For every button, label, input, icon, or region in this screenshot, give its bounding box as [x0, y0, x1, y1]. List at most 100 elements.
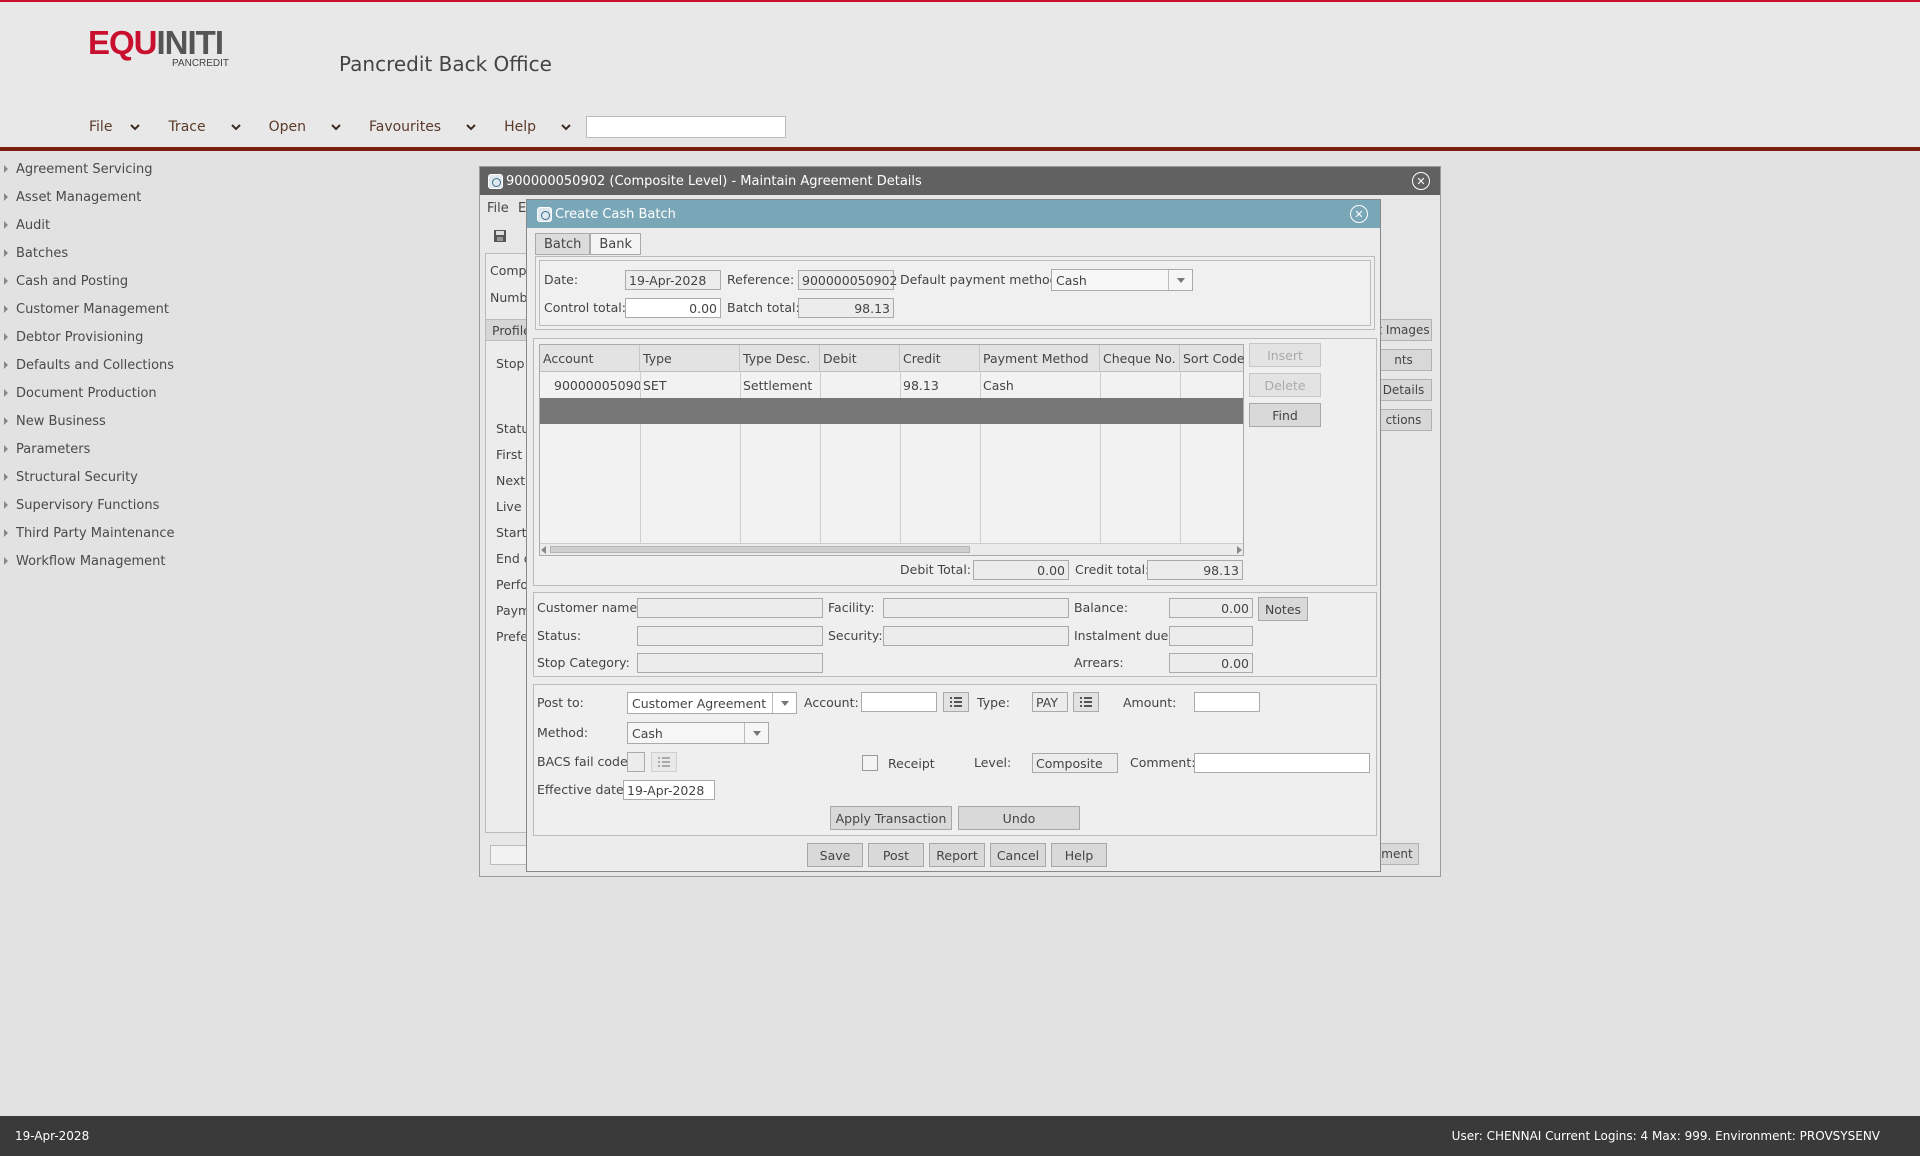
comment-input[interactable] [1194, 753, 1370, 773]
sidebar-item-customer-management[interactable]: Customer Management [0, 295, 200, 323]
apply-transaction-button[interactable]: Apply Transaction [830, 806, 952, 830]
transactions-grid[interactable]: Account Type Type Desc. Debit Credit Pay… [539, 344, 1245, 556]
sidebar-item-cash-and-posting[interactable]: Cash and Posting [0, 267, 200, 295]
col-sort-code[interactable]: Sort Code [1180, 345, 1245, 372]
equiniti-logo: EQUINITI PANCREDIT [88, 24, 230, 69]
menu-favourites[interactable]: Favourites [369, 119, 476, 135]
bacs-lookup-button[interactable] [651, 752, 677, 772]
col-cheque-no[interactable]: Cheque No. [1100, 345, 1180, 372]
cell-payment-method: Cash [983, 377, 1014, 393]
sidebar-item-asset-management[interactable]: Asset Management [0, 183, 200, 211]
outer-btn-details[interactable]: Details [1375, 379, 1432, 401]
dropdown-arrow-icon [772, 693, 796, 713]
col-account[interactable]: Account [540, 345, 640, 372]
post-to-label: Post to: [537, 695, 584, 710]
close-icon[interactable]: ✕ [1350, 205, 1368, 223]
balance-field: 0.00 [1169, 598, 1253, 618]
reference-field[interactable]: 900000050902 [798, 270, 897, 290]
outer-menu-file[interactable]: File [487, 201, 509, 216]
menu-help[interactable]: Help [504, 119, 571, 135]
post-to-select[interactable]: Customer Agreement [627, 692, 797, 714]
dropdown-arrow-icon [1168, 270, 1192, 290]
menu-search-input[interactable] [586, 116, 786, 138]
effective-date-input[interactable]: 19-Apr-2028 [623, 780, 715, 800]
sidebar-item-workflow-management[interactable]: Workflow Management [0, 547, 200, 575]
sidebar-item-document-production[interactable]: Document Production [0, 379, 200, 407]
outer-btn-images[interactable]: t Images [1375, 319, 1432, 341]
table-row[interactable]: 900000050902 SET Settlement 98.13 Cash [540, 372, 1243, 398]
receipt-checkbox[interactable] [862, 755, 878, 771]
list-icon [1080, 697, 1092, 707]
sidebar-item-defaults-and-collections[interactable]: Defaults and Collections [0, 351, 200, 379]
bacs-fail-code-field [627, 752, 645, 772]
menu-open[interactable]: Open [269, 119, 341, 135]
account-label: Account: [804, 695, 859, 710]
outer-bottom-field[interactable] [490, 845, 530, 865]
find-button[interactable]: Find [1249, 403, 1321, 427]
facility-field [883, 598, 1069, 618]
undo-button[interactable]: Undo [958, 806, 1080, 830]
selected-empty-row[interactable] [540, 398, 1243, 424]
save-disk-icon[interactable] [493, 229, 507, 243]
amount-input[interactable] [1194, 692, 1260, 712]
save-button[interactable]: Save [807, 843, 863, 867]
sidebar-item-audit[interactable]: Audit [0, 211, 200, 239]
outer-btn-ctions[interactable]: ctions [1375, 409, 1432, 431]
sidebar-item-third-party-maintenance[interactable]: Third Party Maintenance [0, 519, 200, 547]
status-session-info: User: CHENNAI Current Logins: 4 Max: 999… [1451, 1129, 1880, 1143]
expand-triangle-icon [4, 557, 8, 565]
sidebar-item-supervisory-functions[interactable]: Supervisory Functions [0, 491, 200, 519]
cancel-button[interactable]: Cancel [990, 843, 1046, 867]
date-field[interactable]: 19-Apr-2028 [625, 270, 721, 290]
col-type-desc[interactable]: Type Desc. [740, 345, 820, 372]
report-button[interactable]: Report [929, 843, 985, 867]
sidebar-item-agreement-servicing[interactable]: Agreement Servicing [0, 155, 200, 183]
default-payment-method-select[interactable]: Cash [1051, 269, 1193, 291]
sidebar-item-new-business[interactable]: New Business [0, 407, 200, 435]
debit-total-label: Debit Total: [900, 562, 972, 577]
outer-menu-edit[interactable]: E [518, 201, 526, 216]
sidebar-item-structural-security[interactable]: Structural Security [0, 463, 200, 491]
menu-trace[interactable]: Trace [168, 119, 241, 135]
scrollbar-thumb[interactable] [550, 546, 970, 553]
scroll-right-icon[interactable] [1236, 546, 1242, 554]
sidebar-item-debtor-provisioning[interactable]: Debtor Provisioning [0, 323, 200, 351]
horizontal-scrollbar[interactable] [540, 543, 1243, 555]
delete-button[interactable]: Delete [1249, 373, 1321, 397]
sidebar-item-parameters[interactable]: Parameters [0, 435, 200, 463]
help-button[interactable]: Help [1051, 843, 1107, 867]
dropdown-arrow-icon [744, 723, 768, 743]
main-menu: File Trace Open Favourites Help [89, 119, 571, 135]
outer-btn-nts[interactable]: nts [1375, 349, 1432, 371]
comment-label: Comment: [1130, 755, 1196, 770]
type-field[interactable]: PAY [1032, 692, 1068, 712]
col-payment-method[interactable]: Payment Method [980, 345, 1100, 372]
customer-name-label: Customer name: [537, 600, 642, 615]
expand-triangle-icon [4, 333, 8, 341]
account-lookup-button[interactable] [943, 692, 969, 712]
menu-file[interactable]: File [89, 119, 141, 135]
credit-total-label: Credit total: [1075, 562, 1150, 577]
control-total-field[interactable]: 0.00 [625, 298, 721, 318]
col-type[interactable]: Type [640, 345, 740, 372]
type-lookup-button[interactable] [1073, 692, 1099, 712]
method-select[interactable]: Cash [627, 722, 769, 744]
stop-category-field [637, 653, 823, 673]
outer-btn-ment[interactable]: ment [1375, 843, 1419, 865]
create-cash-batch-title: Create Cash Batch [555, 206, 676, 222]
app-header: EQUINITI PANCREDIT Pancredit Back Office… [0, 2, 1920, 148]
account-input[interactable] [861, 692, 937, 712]
col-credit[interactable]: Credit [900, 345, 980, 372]
insert-button[interactable]: Insert [1249, 343, 1321, 367]
scroll-left-icon[interactable] [541, 546, 547, 554]
outer-profile-tab[interactable]: Profile [485, 319, 531, 341]
create-cash-batch-dialog: Create Cash Batch ✕ Batch Bank Date: 19-… [526, 199, 1381, 872]
tab-batch[interactable]: Batch [535, 233, 591, 255]
col-debit[interactable]: Debit [820, 345, 900, 372]
tab-bank[interactable]: Bank [590, 233, 642, 255]
close-icon[interactable]: ✕ [1412, 172, 1430, 190]
post-button[interactable]: Post [868, 843, 924, 867]
notes-button[interactable]: Notes [1258, 597, 1308, 621]
app-window-icon [488, 173, 503, 189]
sidebar-item-batches[interactable]: Batches [0, 239, 200, 267]
